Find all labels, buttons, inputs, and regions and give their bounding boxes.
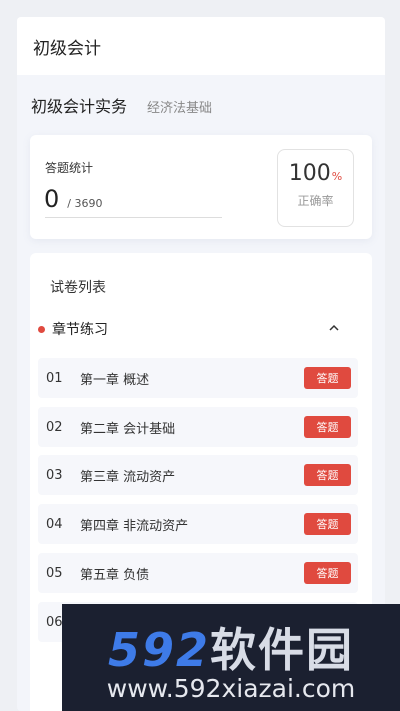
chapter-item[interactable]: 01 第一章 概述 答题 (38, 358, 358, 398)
subject-tabs: 初级会计实务 经济法基础 (17, 75, 385, 133)
chapter-number: 01 (46, 370, 63, 386)
chapter-item[interactable]: 03 第三章 流动资产 答题 (38, 455, 358, 495)
chapter-number: 05 (46, 565, 63, 581)
watermark-banner: 592软件园 www.592xiazai.com (62, 604, 400, 711)
answer-button[interactable]: 答题 (304, 562, 351, 584)
chapter-number: 04 (46, 516, 63, 532)
section-label: 章节练习 (52, 322, 108, 338)
accuracy-label: 正确率 (297, 194, 334, 208)
answer-button[interactable]: 答题 (304, 464, 351, 486)
tab-economic-law[interactable]: 经济法基础 (147, 97, 212, 116)
top-bar: 初级会计 (17, 17, 385, 75)
tab-accounting-practice[interactable]: 初级会计实务 (31, 93, 127, 117)
stats-label: 答题统计 (45, 161, 94, 175)
answer-count: 0 / 3690 (44, 185, 102, 213)
chapter-name: 第三章 流动资产 (80, 469, 176, 485)
accuracy-unit: % (331, 170, 343, 183)
chevron-up-icon[interactable] (326, 320, 342, 336)
watermark-number: 592 (107, 623, 211, 677)
count-divider (45, 217, 222, 218)
section-dot (38, 325, 45, 333)
chapter-name: 第一章 概述 (80, 372, 150, 388)
stats-card: 答题统计 0 / 3690 100% 正确率 (30, 135, 372, 239)
accuracy-value: 100% (278, 161, 353, 186)
chapter-name: 第二章 会计基础 (80, 421, 176, 437)
chapter-number: 03 (46, 467, 63, 483)
total-count: / 3690 (67, 197, 103, 210)
answer-button[interactable]: 答题 (304, 416, 351, 438)
chapter-name: 第四章 非流动资产 (80, 518, 189, 534)
chapter-item[interactable]: 05 第五章 负债 答题 (38, 553, 358, 593)
watermark-brand-text: 软件园 (210, 623, 355, 677)
page-title: 初级会计 (33, 38, 101, 59)
section-chapter-practice[interactable]: 章节练习 (38, 318, 358, 340)
answered-count: 0 (44, 185, 60, 213)
accuracy-box: 100% 正确率 (277, 149, 354, 227)
answer-button[interactable]: 答题 (304, 367, 351, 389)
paper-list-title: 试卷列表 (50, 280, 106, 296)
chapter-number: 02 (46, 419, 63, 435)
watermark-url: www.592xiazai.com (106, 674, 356, 703)
accuracy-number: 100 (288, 161, 331, 186)
answer-button[interactable]: 答题 (304, 513, 351, 535)
watermark-logo: 592软件园 (62, 614, 400, 680)
chapter-name: 第五章 负债 (80, 567, 150, 583)
chapter-item[interactable]: 04 第四章 非流动资产 答题 (38, 504, 358, 544)
chapter-item[interactable]: 02 第二章 会计基础 答题 (38, 407, 358, 447)
